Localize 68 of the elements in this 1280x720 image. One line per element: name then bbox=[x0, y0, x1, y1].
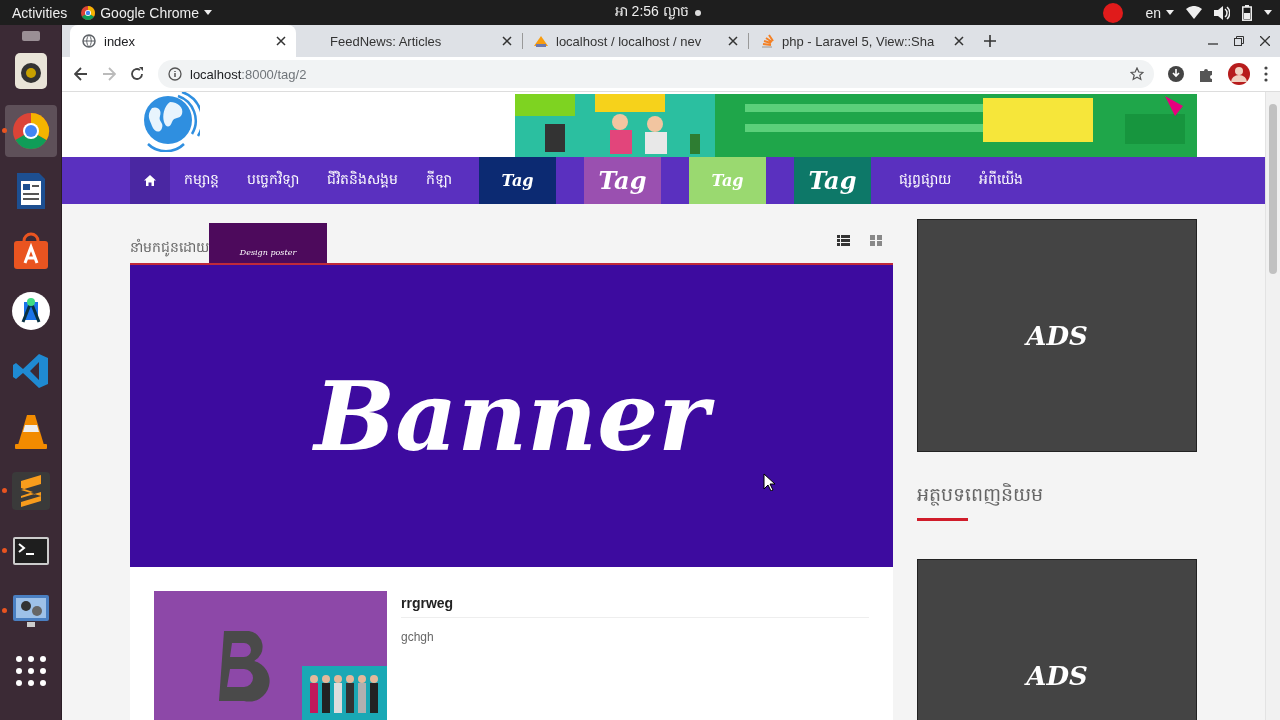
sponsor-label: នាំមកជូនដោយ bbox=[130, 238, 209, 259]
volume-icon bbox=[1214, 5, 1230, 20]
tag-link[interactable]: Tag bbox=[794, 157, 871, 204]
browser-tab[interactable]: localhost / localhost / nev bbox=[522, 25, 748, 57]
home-icon bbox=[144, 175, 156, 186]
menu-icon[interactable] bbox=[1264, 66, 1268, 82]
tag-link[interactable]: Tag bbox=[584, 157, 661, 204]
nav-link[interactable]: បច្ចេកវិទ្យា bbox=[233, 157, 313, 204]
code-editor-icon bbox=[10, 351, 51, 391]
download-icon[interactable] bbox=[1168, 66, 1184, 82]
nav-link[interactable]: អំពីយើង bbox=[965, 157, 1037, 204]
browser-tab[interactable]: php - Laravel 5, View::Sha bbox=[748, 25, 974, 57]
chrome-icon bbox=[10, 111, 51, 151]
browser-tab[interactable]: index bbox=[70, 25, 296, 57]
running-dot bbox=[1, 608, 7, 613]
nav-link[interactable]: កម្សាន្ត bbox=[170, 157, 233, 204]
puzzle-icon[interactable] bbox=[1198, 66, 1214, 82]
close-icon[interactable] bbox=[728, 36, 738, 46]
close-icon[interactable] bbox=[276, 36, 286, 46]
list-view-icon[interactable] bbox=[837, 234, 850, 246]
app-menu[interactable]: Google Chrome bbox=[81, 4, 213, 21]
caret-icon bbox=[1264, 10, 1272, 15]
clock[interactable]: អា 2:56 ល្ងាច bbox=[614, 2, 689, 23]
grid-view-icon[interactable] bbox=[870, 234, 882, 246]
sponsor-poster[interactable]: Design poster bbox=[209, 223, 327, 263]
record-icon bbox=[1103, 2, 1124, 23]
language-menu[interactable]: en bbox=[1145, 4, 1174, 21]
home-link[interactable] bbox=[130, 157, 170, 204]
chrome-icon bbox=[81, 5, 96, 20]
banner: Banner bbox=[130, 263, 893, 567]
text-editor-icon bbox=[10, 471, 51, 511]
activities-button[interactable]: Activities bbox=[12, 4, 68, 21]
close-icon[interactable] bbox=[954, 36, 964, 46]
nav-link[interactable]: ផ្សព្វផ្សាយ bbox=[885, 157, 965, 204]
star-icon[interactable] bbox=[1130, 67, 1144, 81]
ad-placeholder[interactable]: ADS bbox=[917, 559, 1197, 720]
scrollbar-thumb[interactable] bbox=[1269, 104, 1277, 274]
article-title[interactable]: rrgrweg bbox=[401, 591, 869, 618]
browser-tab[interactable]: FeedNews: Articles bbox=[296, 25, 522, 57]
running-dot bbox=[1, 128, 7, 133]
wifi-icon bbox=[1186, 6, 1202, 19]
battery-icon bbox=[1242, 4, 1252, 21]
tag-link[interactable]: Tag bbox=[479, 157, 556, 204]
article-excerpt: gchgh bbox=[401, 630, 435, 644]
address-bar[interactable]: localhost:8000/tag/2 bbox=[158, 60, 1154, 88]
reload-icon[interactable] bbox=[130, 67, 144, 81]
running-dot bbox=[1, 488, 7, 493]
stack-icon bbox=[760, 34, 774, 48]
close-icon[interactable] bbox=[1260, 36, 1270, 46]
back-icon[interactable] bbox=[74, 67, 88, 81]
section-heading: អត្ថបទពេញនិយម bbox=[917, 482, 1043, 508]
dock-item[interactable] bbox=[4, 105, 57, 157]
info-icon bbox=[168, 67, 182, 81]
cursor-icon bbox=[763, 473, 775, 491]
article-card[interactable]: rrgrweg gchgh bbox=[130, 567, 893, 720]
running-dot bbox=[1, 548, 7, 553]
nav-link[interactable]: ជីវិតនិងសង្គម bbox=[313, 157, 412, 204]
dot-icon bbox=[694, 9, 701, 16]
nav-link[interactable]: កីឡា bbox=[412, 157, 466, 204]
restore-icon[interactable] bbox=[1234, 36, 1244, 46]
close-icon[interactable] bbox=[502, 36, 512, 46]
globe-icon bbox=[82, 34, 96, 48]
caret-icon bbox=[1166, 10, 1174, 15]
caret-icon bbox=[204, 10, 213, 15]
window-icon bbox=[21, 31, 40, 41]
avatar-icon[interactable] bbox=[1228, 63, 1250, 85]
new-tab-icon[interactable] bbox=[984, 35, 996, 47]
ad-placeholder[interactable]: ADS bbox=[917, 219, 1197, 452]
